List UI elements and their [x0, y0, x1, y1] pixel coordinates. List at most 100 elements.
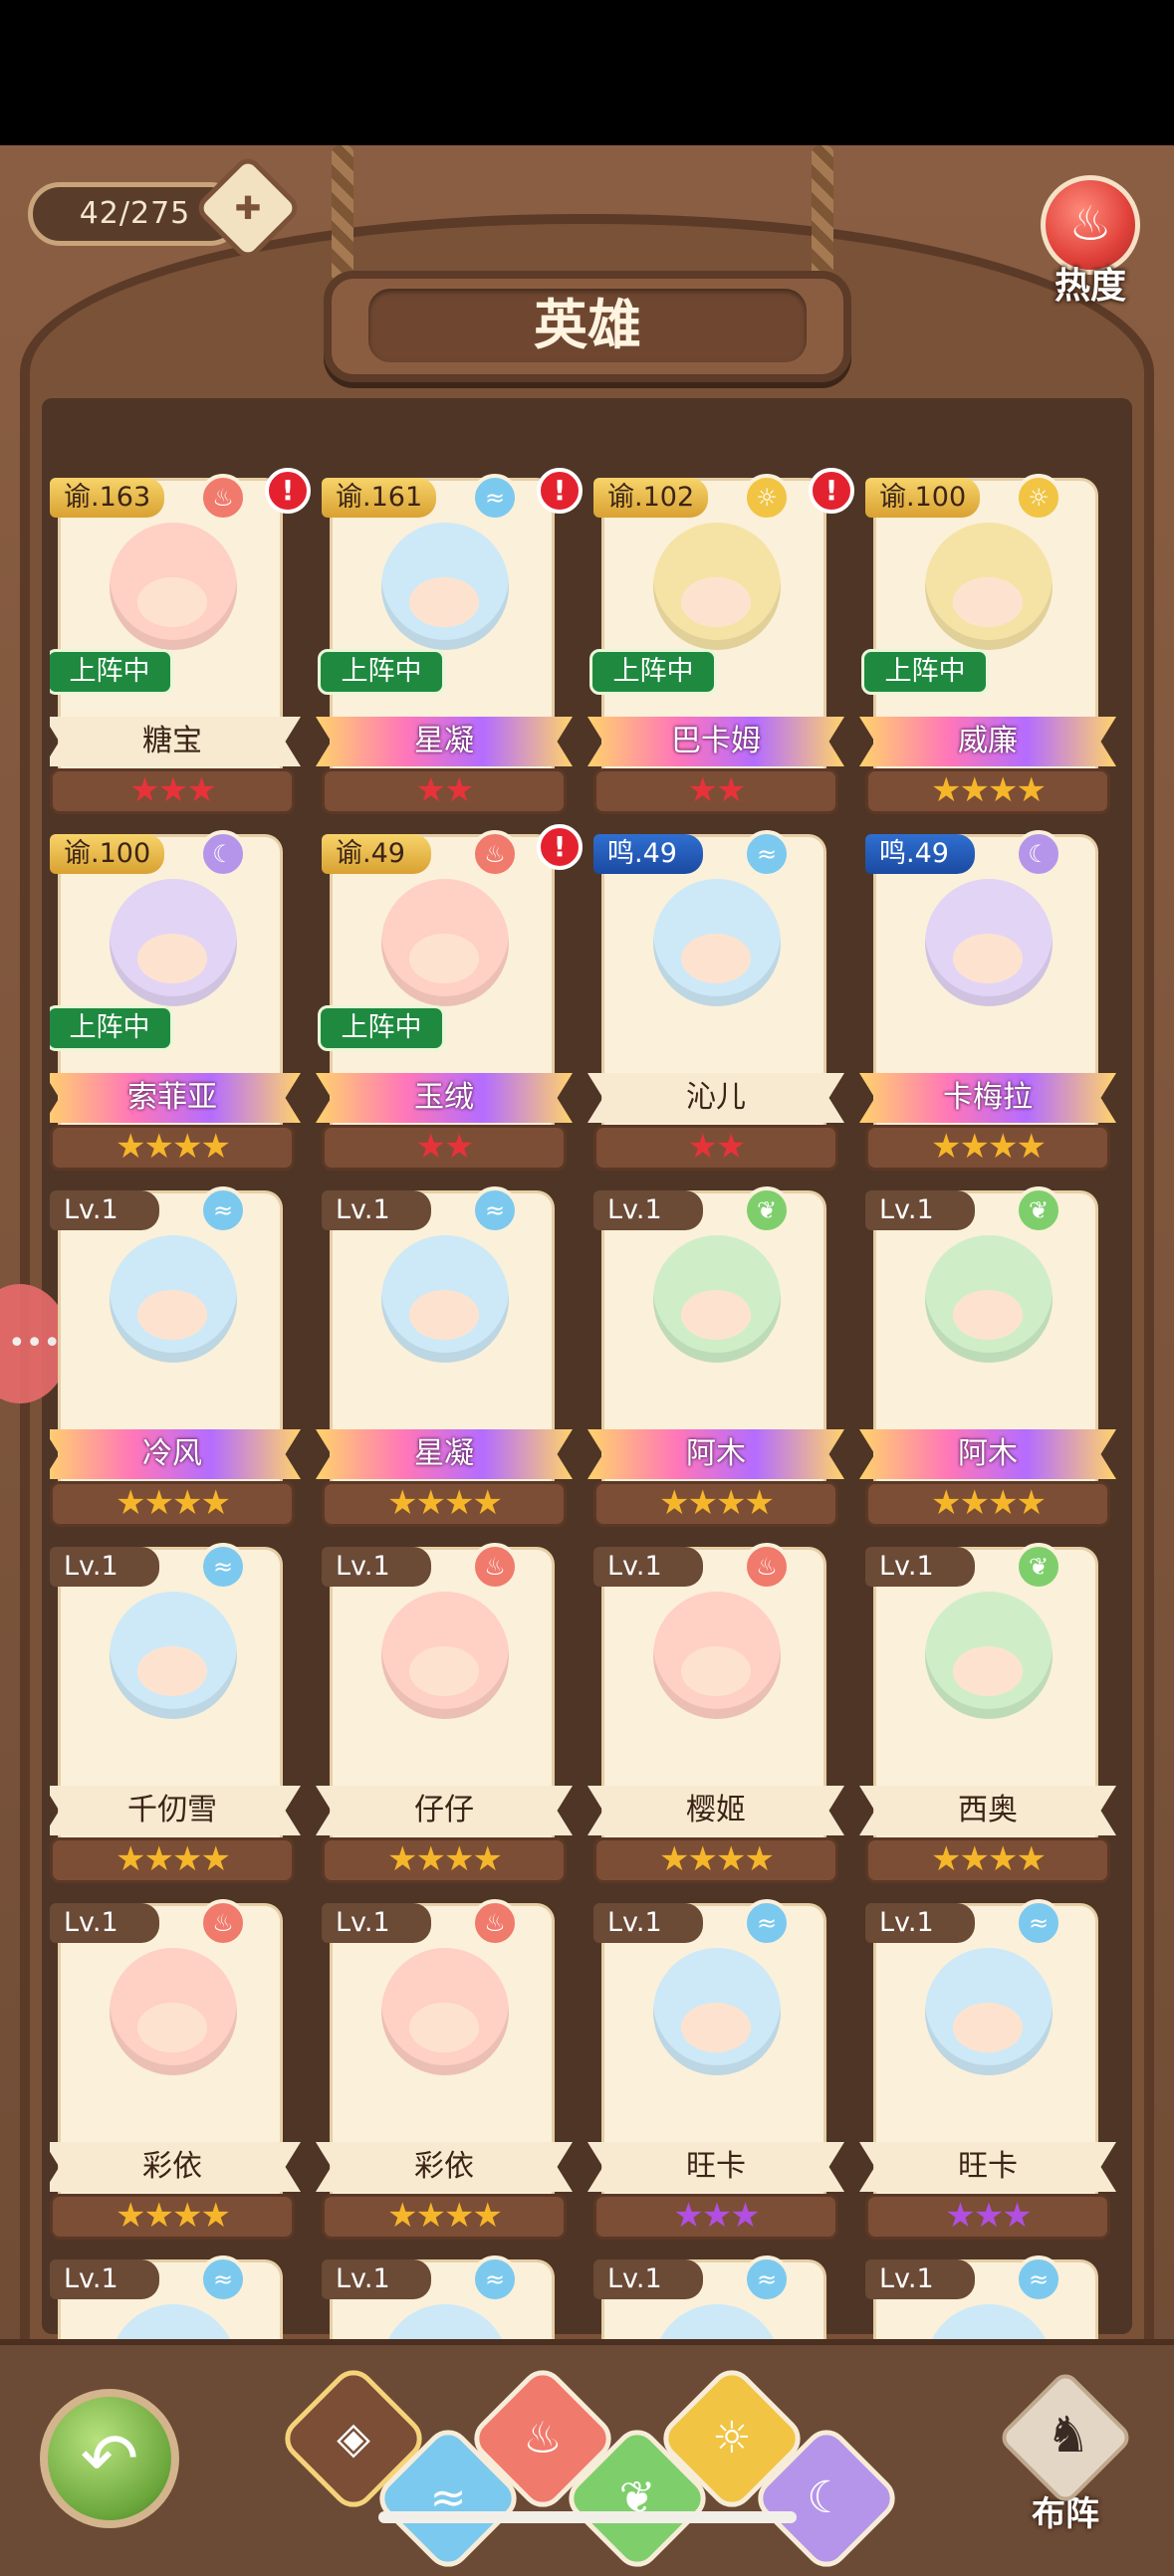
- fire-element-icon: ♨: [471, 1543, 519, 1591]
- hero-name: 玉绒: [316, 1073, 573, 1123]
- star-rating: ★★★: [129, 770, 216, 810]
- hero-name: 彩依: [50, 2142, 301, 2192]
- hero-face: [409, 934, 479, 983]
- hero-level: Lv.1: [322, 1190, 431, 1230]
- hero-level: 谕.49: [322, 834, 431, 874]
- water-element-icon: ≈: [199, 1186, 247, 1234]
- hero-name: 樱姬: [587, 1786, 844, 1835]
- hero-card[interactable]: 鸣.49 ≈ 沁儿 ★★: [587, 824, 844, 1173]
- hero-level: 鸣.49: [865, 834, 975, 874]
- hero-level: Lv.1: [593, 1190, 703, 1230]
- hero-card[interactable]: Lv.1 ❦ 西奥 ★★★★: [859, 1537, 1116, 1885]
- hero-level: Lv.1: [50, 1903, 159, 1943]
- star-rating: ★★★★: [116, 1127, 231, 1167]
- hero-face: [137, 2003, 207, 2052]
- hero-card[interactable]: 谕.163 ♨! 上阵中 糖宝 ★★★: [50, 468, 311, 816]
- hero-card[interactable]: Lv.1 ❦ 阿木 ★★★★: [587, 1181, 844, 1529]
- star-rating: ★★★★: [116, 2196, 231, 2236]
- hero-card[interactable]: 鸣.49 ☾ 卡梅拉 ★★★★: [859, 824, 1116, 1173]
- heat-label: 热度: [1054, 266, 1126, 307]
- hero-level: 鸣.49: [593, 834, 703, 874]
- alert-badge: !: [809, 468, 854, 514]
- fire-icon: ♨: [523, 2413, 563, 2464]
- hero-level: Lv.1: [322, 1547, 431, 1587]
- hero-card[interactable]: Lv.1 ♨ 彩依 ★★★★: [50, 1893, 301, 2242]
- hero-face: [137, 1290, 207, 1340]
- star-rating: ★★: [687, 1127, 747, 1167]
- hero-face: [409, 2003, 479, 2052]
- hero-name: 彩依: [316, 2142, 573, 2192]
- back-button[interactable]: ↶: [40, 2389, 179, 2528]
- hero-card[interactable]: 谕.100 ☾ 上阵中 索菲亚 ★★★★: [50, 824, 301, 1173]
- back-arrow-icon: ↶: [80, 2418, 139, 2499]
- hero-card[interactable]: Lv.1 ❦ 阿木 ★★★★: [859, 1181, 1116, 1529]
- heat-button[interactable]: ♨ 热度: [1036, 175, 1145, 307]
- water-element-icon: ≈: [743, 830, 791, 878]
- water-element-icon: ≈: [199, 2255, 247, 2303]
- wood-element-icon: ❦: [1015, 1186, 1062, 1234]
- hero-card[interactable]: Lv.1 ≈: [865, 2250, 1114, 2339]
- hero-name: 旺卡: [859, 2142, 1116, 2192]
- water-element-icon: ≈: [471, 1186, 519, 1234]
- on-team-badge: 上阵中: [861, 649, 989, 695]
- hero-name: 巴卡姆: [587, 717, 844, 766]
- hero-card[interactable]: Lv.1 ≈: [322, 2250, 571, 2339]
- all-icon: ◈: [337, 2413, 370, 2464]
- star-rating: ★★★★: [931, 1483, 1047, 1523]
- hero-name: 威廉: [859, 717, 1116, 766]
- light-icon: ☼: [712, 2413, 752, 2464]
- hero-name: 卡梅拉: [859, 1073, 1116, 1123]
- hero-card[interactable]: 谕.100 ☼ 上阵中 威廉 ★★★★: [859, 468, 1116, 816]
- hero-level: Lv.1: [593, 2259, 703, 2299]
- hero-level: 谕.161: [322, 478, 437, 518]
- star-rating: ★★★★: [931, 1127, 1047, 1167]
- star-rating: ★★: [687, 770, 747, 810]
- hero-name: 西奥: [859, 1786, 1116, 1835]
- fire-element-icon: ♨: [471, 1899, 519, 1947]
- hero-face: [409, 577, 479, 627]
- fire-element-icon: ♨: [199, 1899, 247, 1947]
- hero-card[interactable]: Lv.1 ♨ 仔仔 ★★★★: [316, 1537, 573, 1885]
- on-team-badge: 上阵中: [589, 649, 717, 695]
- lineup-button[interactable]: ♞ 布阵: [996, 2368, 1135, 2538]
- water-element-icon: ≈: [743, 2255, 791, 2303]
- water-element-icon: ≈: [471, 474, 519, 522]
- status-bar: [0, 0, 1174, 145]
- hero-face: [953, 577, 1023, 627]
- hero-level: 谕.100: [865, 478, 981, 518]
- hero-face: [681, 2003, 751, 2052]
- hero-name: 索菲亚: [50, 1073, 301, 1123]
- hero-face: [681, 934, 751, 983]
- fire-element-icon: ♨: [743, 1543, 791, 1591]
- hero-face: [681, 577, 751, 627]
- hero-card[interactable]: Lv.1 ≈ 千仞雪 ★★★★: [50, 1537, 301, 1885]
- on-team-badge: 上阵中: [318, 649, 445, 695]
- star-rating: ★★★★: [387, 2196, 503, 2236]
- hero-card[interactable]: Lv.1 ≈ 冷风 ★★★★: [50, 1181, 301, 1529]
- hero-card[interactable]: 谕.102 ☼! 上阵中 巴卡姆 ★★: [587, 468, 854, 816]
- star-rating: ★★: [415, 770, 475, 810]
- hero-card[interactable]: Lv.1 ≈ 旺卡 ★★★: [587, 1893, 844, 2242]
- hero-name: 阿木: [859, 1429, 1116, 1479]
- star-rating: ★★★★: [387, 1839, 503, 1879]
- star-rating: ★★★★: [931, 770, 1047, 810]
- hero-card[interactable]: Lv.1 ≈ 星凝 ★★★★: [316, 1181, 573, 1529]
- hero-card[interactable]: Lv.1 ≈: [593, 2250, 842, 2339]
- hero-card[interactable]: Lv.1 ≈: [50, 2250, 299, 2339]
- home-indicator[interactable]: [378, 2511, 797, 2523]
- on-team-badge: 上阵中: [50, 649, 173, 695]
- hero-face: [409, 1290, 479, 1340]
- hero-face: [953, 1290, 1023, 1340]
- water-element-icon: ≈: [1015, 1899, 1062, 1947]
- hero-level: Lv.1: [322, 1903, 431, 1943]
- hero-face: [137, 934, 207, 983]
- hero-face: [681, 1290, 751, 1340]
- hero-card[interactable]: Lv.1 ♨ 彩依 ★★★★: [316, 1893, 573, 2242]
- water-element-icon: ≈: [471, 2255, 519, 2303]
- hero-level: Lv.1: [50, 2259, 159, 2299]
- hero-card[interactable]: 谕.161 ≈! 上阵中 星凝 ★★: [316, 468, 583, 816]
- hero-card[interactable]: Lv.1 ♨ 樱姬 ★★★★: [587, 1537, 844, 1885]
- hero-card[interactable]: Lv.1 ≈ 旺卡 ★★★: [859, 1893, 1116, 2242]
- star-rating: ★★★★: [659, 1839, 775, 1879]
- hero-card[interactable]: 谕.49 ♨! 上阵中 玉绒 ★★: [316, 824, 583, 1173]
